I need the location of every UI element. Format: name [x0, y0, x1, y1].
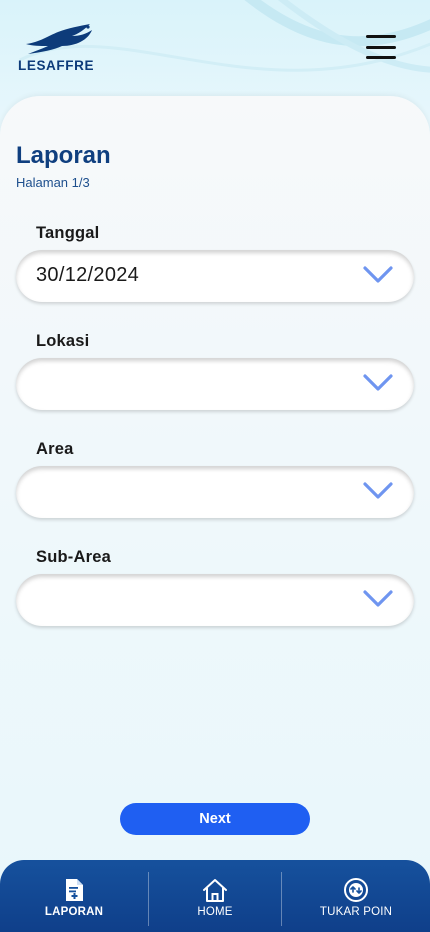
home-icon	[203, 879, 227, 902]
app-header: LESAFFRE	[0, 0, 430, 96]
tanggal-select[interactable]: 30/12/2024	[16, 250, 414, 302]
nav-label-home: HOME	[197, 906, 233, 918]
chevron-down-icon	[363, 266, 393, 283]
swallow-logo-icon	[26, 24, 92, 54]
page-title: Laporan	[16, 142, 111, 169]
bottom-navigation: LAPORAN HOME TUKAR POIN	[0, 860, 430, 932]
sub-area-select[interactable]	[16, 574, 414, 626]
report-add-icon	[66, 879, 83, 901]
nav-label-tukar-poin: TUKAR POIN	[319, 906, 393, 918]
next-button[interactable]: Next	[120, 803, 310, 835]
nav-item-home[interactable]: HOME	[149, 860, 281, 932]
nav-item-tukar-poin[interactable]: TUKAR POIN	[282, 860, 430, 932]
page-subtitle: Halaman 1/3	[16, 175, 90, 190]
lokasi-select[interactable]	[16, 358, 414, 410]
brand-name: LESAFFRE	[18, 58, 95, 73]
chevron-down-icon	[363, 590, 393, 607]
hamburger-menu-icon[interactable]	[364, 32, 398, 62]
chevron-down-icon	[363, 374, 393, 391]
nav-label-laporan: LAPORAN	[44, 906, 104, 918]
tanggal-label: Tanggal	[36, 224, 100, 242]
area-select[interactable]	[16, 466, 414, 518]
chevron-down-icon	[363, 482, 393, 499]
sub-area-label: Sub-Area	[36, 548, 111, 566]
tanggal-value: 30/12/2024	[36, 264, 140, 286]
lokasi-label: Lokasi	[36, 332, 90, 350]
area-label: Area	[36, 440, 74, 458]
exchange-points-icon	[344, 878, 368, 902]
brand-logo[interactable]: LESAFFRE	[18, 22, 104, 74]
nav-item-laporan[interactable]: LAPORAN	[0, 860, 148, 932]
